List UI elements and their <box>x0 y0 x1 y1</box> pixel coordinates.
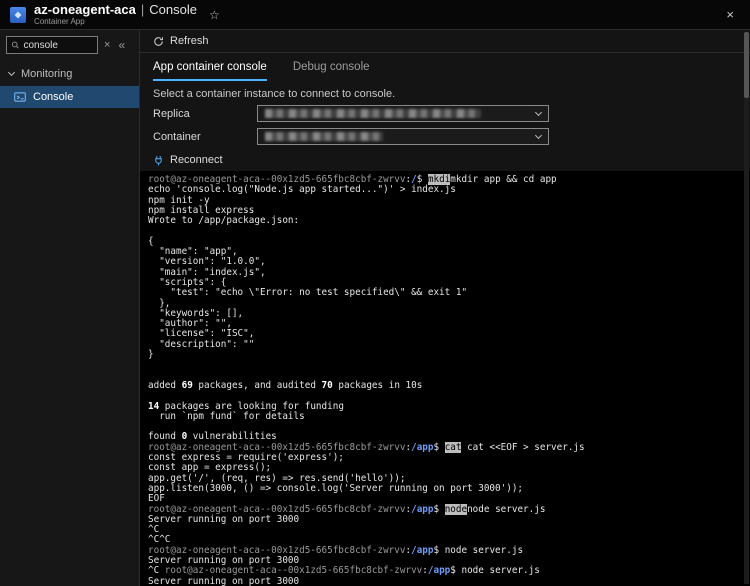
container-select[interactable] <box>257 128 549 145</box>
container-value-redacted <box>265 132 383 141</box>
blade-header: az-oneagent-aca | Console Container App … <box>0 0 750 30</box>
replica-row: Replica <box>140 102 750 125</box>
terminal-line: "test": "echo \"Error: no test specified… <box>148 287 468 299</box>
sidebar-collapse-icon[interactable]: « <box>118 38 125 52</box>
tab-debug-console[interactable]: Debug console <box>293 61 370 81</box>
reconnect-label: Reconnect <box>170 154 223 166</box>
sidebar-item-label: Console <box>33 91 74 103</box>
favorite-star-icon[interactable]: ☆ <box>209 8 220 22</box>
terminal[interactable]: root@az-oneagent-aca--00x1zd5-665fbc8cbf… <box>140 171 750 586</box>
replica-label: Replica <box>153 107 190 120</box>
sidebar-section-label: Monitoring <box>21 68 73 80</box>
page-title: az-oneagent-aca <box>34 1 136 17</box>
scrollbar-thumb[interactable] <box>744 32 749 98</box>
search-clear-icon[interactable]: × <box>104 39 110 51</box>
search-icon <box>11 41 19 49</box>
resource-type-label: Container App <box>34 16 85 26</box>
sidebar-item-console[interactable]: Console <box>0 86 139 108</box>
replica-select[interactable] <box>257 105 549 122</box>
container-app-console-page: az-oneagent-aca | Console Container App … <box>0 0 750 586</box>
terminal-line: Wrote to /app/package.json: <box>148 215 300 227</box>
terminal-line: app.listen(3000, () => console.log('Serv… <box>148 482 524 494</box>
refresh-button[interactable]: Refresh <box>140 30 750 53</box>
replica-value-redacted <box>265 109 481 118</box>
chevron-down-icon <box>534 131 543 139</box>
body-row: × « Monitoring Console Re <box>0 30 750 586</box>
tab-app-container-console[interactable]: App container console <box>153 61 267 81</box>
page-scrollbar[interactable] <box>744 32 749 584</box>
refresh-icon <box>154 36 163 46</box>
title-separator: | <box>140 1 145 17</box>
chevron-down-icon <box>7 68 16 77</box>
terminal-line: } <box>148 349 154 361</box>
title-block: az-oneagent-aca | Console Container App <box>34 3 197 26</box>
terminal-line: added 69 packages, and audited 70 packag… <box>148 379 423 391</box>
console-tabs: App container console Debug console <box>140 53 750 81</box>
resource-menu-sidebar: × « Monitoring Console <box>0 30 140 586</box>
instruction-text: Select a container instance to connect t… <box>153 88 396 100</box>
console-icon <box>14 92 26 102</box>
terminal-line: Server running on port 3000 <box>148 575 300 586</box>
terminal-line: "keywords": [], <box>148 307 244 319</box>
sidebar-search-row: × « <box>0 36 139 54</box>
terminal-line: Server running on port 3000 <box>148 513 300 525</box>
reconnect-plug-icon <box>155 155 162 165</box>
terminal-line: ^C <box>148 524 160 536</box>
chevron-down-icon <box>534 108 543 116</box>
terminal-line: "main": "index.js", <box>148 266 266 278</box>
terminal-line: run `npm fund` for details <box>148 410 305 422</box>
console-blade: Refresh App container console Debug cons… <box>140 30 750 586</box>
terminal-line: "description": "" <box>148 338 255 350</box>
container-app-icon <box>10 6 26 23</box>
refresh-label: Refresh <box>170 35 209 47</box>
page-subsection-title: Console <box>149 1 197 17</box>
container-label: Container <box>153 130 201 143</box>
container-row: Container <box>140 125 750 148</box>
sidebar-search-box[interactable] <box>6 36 98 54</box>
reconnect-button[interactable]: Reconnect <box>140 148 750 171</box>
close-icon[interactable]: × <box>726 7 740 22</box>
terminal-line: echo 'console.log("Node.js app started..… <box>148 184 456 196</box>
search-input[interactable] <box>23 39 93 51</box>
sidebar-section-monitoring[interactable]: Monitoring <box>0 65 139 83</box>
